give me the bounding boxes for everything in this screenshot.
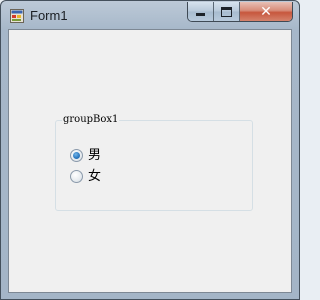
group-box: groupBox1 男 女 bbox=[55, 113, 253, 211]
form-window: Form1 ✕ groupBox1 男 女 bbox=[0, 0, 300, 300]
window-title: Form1 bbox=[30, 8, 68, 23]
caption-buttons: ✕ bbox=[187, 2, 293, 22]
minimize-icon bbox=[196, 13, 205, 16]
radio-option-male[interactable]: 男 bbox=[70, 148, 101, 163]
radio-option-female[interactable]: 女 bbox=[70, 169, 101, 184]
close-icon: ✕ bbox=[260, 3, 272, 20]
minimize-button[interactable] bbox=[188, 2, 214, 21]
close-button[interactable]: ✕ bbox=[240, 2, 292, 21]
title-bar[interactable]: Form1 ✕ bbox=[1, 1, 299, 29]
radio-button-checked[interactable] bbox=[70, 149, 83, 162]
radio-button-unchecked[interactable] bbox=[70, 170, 83, 183]
maximize-icon bbox=[221, 6, 232, 17]
radio-label-male: 男 bbox=[88, 148, 102, 163]
client-area: groupBox1 男 女 bbox=[8, 29, 292, 293]
radio-label-female: 女 bbox=[88, 169, 102, 184]
form-app-icon bbox=[10, 9, 24, 23]
maximize-button[interactable] bbox=[214, 2, 240, 21]
group-box-label: groupBox1 bbox=[62, 113, 120, 127]
